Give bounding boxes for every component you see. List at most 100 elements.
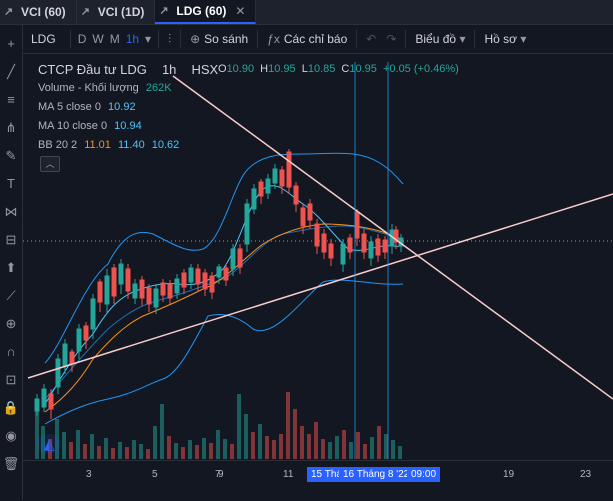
redo-icon[interactable]: ↷ — [381, 32, 401, 46]
lock-icon[interactable]: 🔒 — [2, 399, 20, 417]
divider — [180, 30, 182, 48]
chart-type-button[interactable]: Biểu đồ ▾ — [410, 32, 470, 46]
ma10-label: MA 10 close 0 — [38, 120, 108, 132]
volume-bar — [349, 442, 353, 459]
candle-body — [340, 243, 346, 265]
tradingview-logo-icon[interactable]: ◭ — [37, 434, 61, 454]
volume-bar — [104, 438, 108, 459]
indicators-label: Các chỉ báo — [283, 32, 348, 46]
chart-icon: ↗ — [80, 6, 90, 18]
lock-drawings-icon[interactable]: ⊡ — [2, 371, 20, 389]
candle-body — [90, 298, 96, 330]
bollinger-legend[interactable]: BB 20 2 11.01 11.40 10.62 — [38, 136, 218, 155]
volume-bar — [328, 442, 332, 459]
volume-bar — [356, 432, 360, 459]
candle-body — [125, 268, 131, 292]
interval-1h[interactable]: 1h — [123, 32, 142, 46]
undo-icon[interactable]: ↶ — [361, 32, 381, 46]
candle-body — [354, 211, 360, 239]
candle-body — [83, 325, 89, 341]
volume-bar — [244, 414, 248, 459]
candle-body — [279, 169, 285, 187]
volume-bar — [335, 436, 339, 459]
ma10-legend[interactable]: MA 10 close 0 10.94 — [38, 117, 218, 136]
close-icon[interactable]: ✕ — [235, 4, 245, 18]
profile-button[interactable]: Hồ sơ ▾ — [479, 32, 531, 46]
volume-bar — [342, 430, 346, 459]
volume-bar — [209, 443, 213, 459]
interval-w[interactable]: W — [89, 32, 106, 46]
ohlc-close: 10.95 — [349, 63, 377, 75]
trend-line-icon[interactable]: ╱ — [2, 63, 20, 81]
magnet-icon[interactable]: ∩ — [2, 343, 20, 361]
pattern-icon[interactable]: ⋈ — [2, 203, 20, 221]
ohlc-values: O10.90 H10.95 L10.85 C10.95 +0.05 (+0.46… — [218, 63, 459, 75]
tab-vci-1d[interactable]: ↗ VCI (1D) — [77, 0, 156, 24]
brush-icon[interactable]: ✎ — [2, 147, 20, 165]
bb-lower-value: 10.62 — [151, 139, 180, 151]
candle-body — [209, 275, 215, 293]
candle-body — [293, 185, 299, 205]
candle-body — [265, 178, 271, 194]
divider — [405, 30, 407, 48]
x-tick: 23 — [580, 469, 592, 480]
candle-body — [153, 288, 159, 308]
pitchfork-icon[interactable]: ⋔ — [2, 119, 20, 137]
tab-ldg-60[interactable]: ↗ LDG (60) ✕ — [155, 0, 257, 24]
candle-type-icon[interactable]: ⫶ — [163, 32, 176, 47]
x-tick: 3 — [86, 469, 92, 480]
volume-bar — [230, 444, 234, 459]
volume-bar — [160, 404, 164, 459]
volume-bar — [363, 444, 367, 459]
candle-body — [111, 267, 117, 297]
volume-bar — [300, 426, 304, 459]
bb-upper-value: 11.40 — [117, 139, 145, 151]
ohlc-open-label: O — [218, 63, 227, 75]
text-icon[interactable]: T — [2, 175, 20, 193]
volume-bar — [195, 445, 199, 459]
volume-bar — [139, 444, 143, 459]
chart-icon: ↗ — [159, 5, 169, 17]
volume-bar — [314, 422, 318, 459]
symbol-search[interactable]: LDG — [23, 32, 66, 46]
tab-vci-60[interactable]: ↗ VCI (60) — [0, 0, 77, 24]
ohlc-open: 10.90 — [226, 63, 255, 75]
eye-icon[interactable]: ◉ — [2, 427, 20, 445]
volume-legend[interactable]: Volume - Khối lượng 262K — [38, 79, 218, 98]
candle-body — [223, 267, 229, 281]
ruler-icon[interactable]: ⊟ — [2, 231, 20, 249]
horizontal-line-icon[interactable]: ≡ — [2, 91, 20, 109]
candle-body — [314, 223, 320, 247]
ma5-label: MA 5 close 0 — [38, 101, 101, 113]
indicators-button[interactable]: ƒx Các chỉ báo — [262, 32, 352, 46]
compare-button[interactable]: ⊕ So sánh — [185, 32, 253, 46]
indicators-icon: ƒx — [267, 32, 280, 46]
time-axis[interactable]: 3 5 7 9 11 15 Thá 16 Tháng 8 '22 09:00 1… — [23, 460, 613, 501]
divider — [356, 30, 358, 48]
candle-body — [368, 241, 374, 259]
volume-bar — [83, 444, 87, 459]
interval-dropdown-icon[interactable]: ▾ — [142, 32, 154, 46]
volume-bar — [62, 432, 66, 459]
interval-m[interactable]: M — [107, 32, 123, 46]
candle-body — [300, 207, 306, 227]
tab-label: VCI (60) — [21, 5, 66, 19]
volume-bar — [174, 443, 178, 459]
candle-body — [272, 168, 278, 184]
ohlc-change: +0.05 (+0.46%) — [382, 63, 459, 75]
x-tick: 19 — [503, 469, 515, 480]
collapse-legend-icon[interactable]: ︿ — [40, 156, 60, 172]
measure-icon[interactable]: ⟋ — [2, 287, 20, 305]
ma5-legend[interactable]: MA 5 close 0 10.92 — [38, 98, 218, 117]
interval-d[interactable]: D — [75, 32, 90, 46]
crosshair-time-label: 16 Tháng 8 '22 — [339, 467, 414, 482]
crosshair-icon[interactable]: + — [2, 35, 20, 53]
trash-icon[interactable]: 🗑 — [2, 455, 20, 473]
zoom-icon[interactable]: ⊕ — [2, 315, 20, 333]
bb-mid-value: 11.01 — [84, 139, 111, 151]
drawing-toolbar: + ╱ ≡ ⋔ ✎ T ⋈ ⊟ ⬆ ⟋ ⊕ ∩ ⊡ 🔒 ◉ 🗑 — [0, 25, 23, 500]
candle-body — [104, 275, 110, 305]
volume-bar — [69, 442, 73, 459]
arrow-up-icon[interactable]: ⬆ — [2, 259, 20, 277]
volume-bar — [97, 446, 101, 459]
